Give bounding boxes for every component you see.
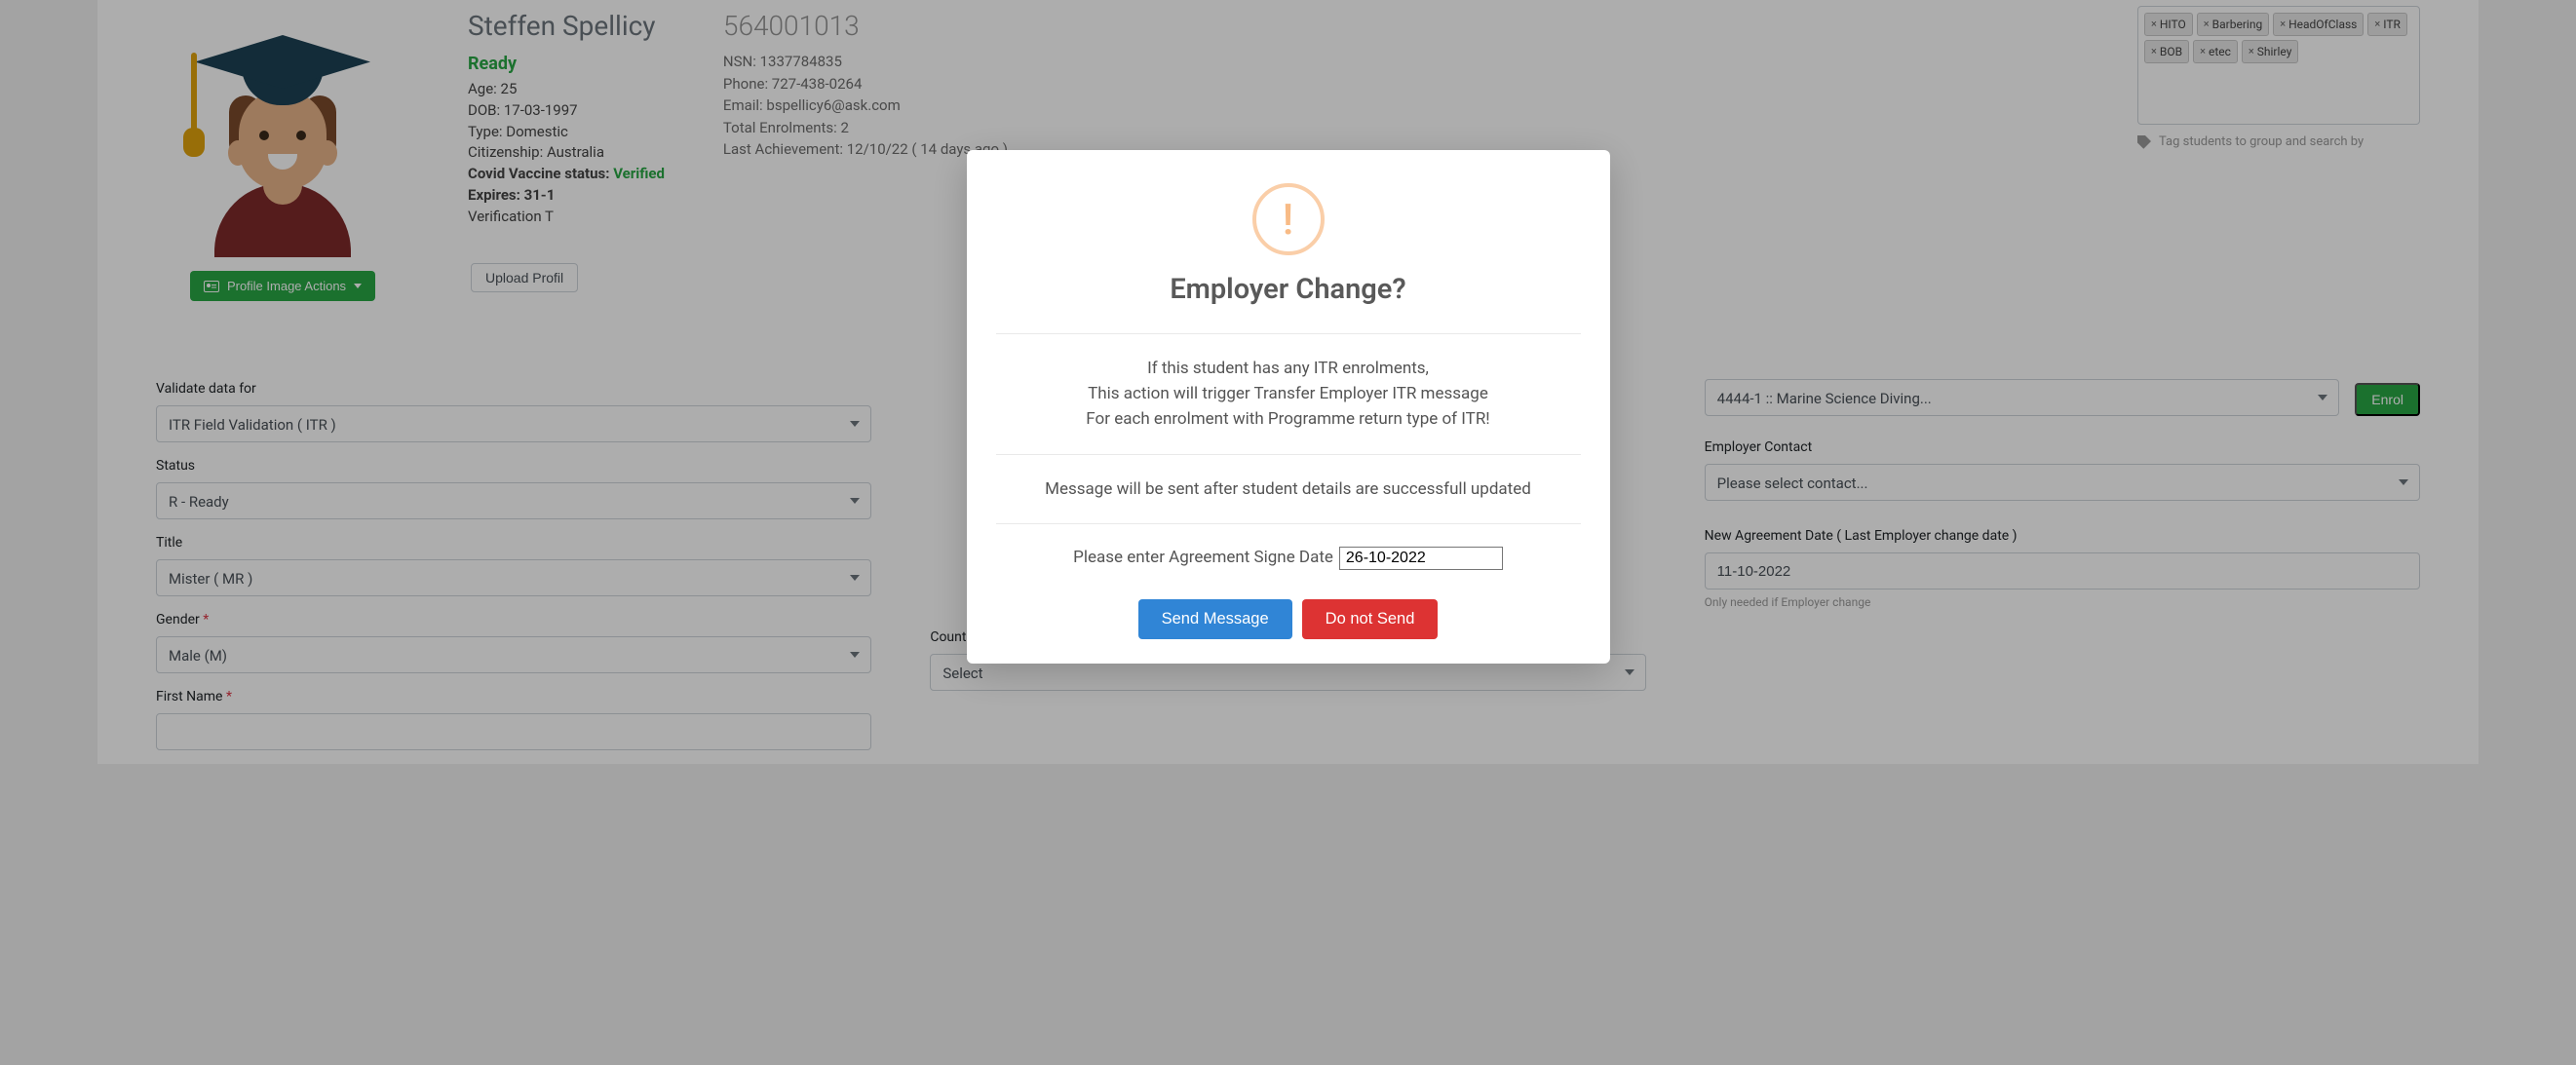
modal-line-1: If this student has any ITR enrolments,: [996, 356, 1581, 381]
send-message-button[interactable]: Send Message: [1138, 599, 1292, 639]
agreement-signed-date-input[interactable]: [1339, 547, 1503, 570]
agreement-date-prompt: Please enter Agreement Signe Date: [1073, 546, 1333, 571]
modal-line-4: Message will be sent after student detai…: [996, 476, 1581, 502]
employer-change-modal: ! Employer Change? If this student has a…: [967, 150, 1610, 664]
modal-title: Employer Change?: [996, 269, 1581, 312]
modal-overlay: ! Employer Change? If this student has a…: [0, 0, 2576, 1065]
do-not-send-button[interactable]: Do not Send: [1302, 599, 1439, 639]
modal-line-2: This action will trigger Transfer Employ…: [996, 381, 1581, 406]
modal-line-3: For each enrolment with Programme return…: [996, 406, 1581, 432]
warning-icon: !: [1252, 183, 1325, 255]
